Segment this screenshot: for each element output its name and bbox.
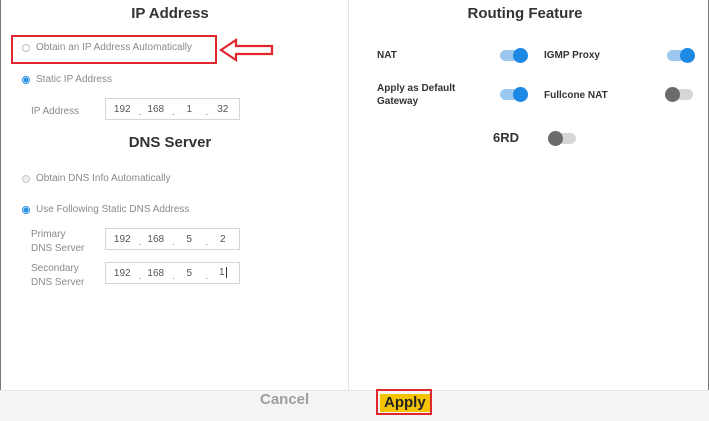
ip-section-title: IP Address — [131, 5, 209, 22]
ip-address-label: IP Address — [31, 106, 80, 117]
static-ip-label: Static IP Address — [36, 74, 112, 85]
ip-octet-2[interactable]: 168 — [140, 104, 173, 115]
radio-dns-auto[interactable] — [22, 174, 30, 183]
column-divider — [348, 0, 349, 390]
ip-dot: . — [172, 270, 175, 282]
apply-annotation-box — [376, 389, 432, 415]
text-caret — [225, 267, 227, 279]
dns-auto-option[interactable]: Obtain DNS Info Automatically — [22, 173, 171, 184]
toggle-knob — [548, 131, 563, 146]
annotation-highlight-box — [11, 35, 217, 64]
primary-dns-octet-1[interactable]: 192 — [106, 234, 139, 245]
ip-octet-3[interactable]: 1 — [173, 104, 206, 115]
secondary-dns-octet-1[interactable]: 192 — [106, 268, 139, 279]
primary-dns-input[interactable]: 192. 168. 5. 2 — [105, 228, 240, 250]
igmp-proxy-label: IGMP Proxy — [544, 50, 600, 61]
toggle-knob — [513, 87, 528, 102]
dns-auto-label: Obtain DNS Info Automatically — [36, 173, 171, 184]
annotation-arrow-icon — [219, 38, 274, 62]
sixrd-label: 6RD — [493, 130, 520, 145]
default-gateway-toggle[interactable] — [500, 87, 528, 102]
toggle-knob — [513, 48, 528, 63]
ip-dot: . — [138, 270, 142, 282]
secondary-dns-octet-2[interactable]: 168 — [140, 268, 173, 279]
toggle-knob — [680, 48, 695, 63]
dns-static-option[interactable]: Use Following Static DNS Address — [22, 204, 189, 215]
ip-octet-4[interactable]: 32 — [207, 104, 240, 115]
secondary-dns-input[interactable]: 192. 168. 5. 1 — [105, 262, 240, 284]
ip-dot: . — [205, 270, 209, 282]
routing-feature-title: Routing Feature — [467, 5, 583, 22]
ip-dot: . — [205, 106, 209, 118]
fullcone-nat-label: Fullcone NAT — [544, 90, 608, 101]
sixrd-toggle[interactable] — [548, 131, 576, 146]
igmp-proxy-toggle[interactable] — [667, 48, 695, 63]
radio-dns-static[interactable] — [22, 205, 30, 214]
ip-dot: . — [172, 106, 175, 118]
toggle-knob — [665, 87, 680, 102]
ip-dot: . — [172, 236, 175, 248]
cancel-button[interactable]: Cancel — [260, 391, 309, 408]
footer-bar — [0, 390, 709, 421]
ip-dot: . — [138, 106, 142, 118]
default-gateway-label: Apply as Default Gateway — [377, 83, 456, 107]
radio-static-ip[interactable] — [22, 75, 30, 84]
secondary-dns-octet-3[interactable]: 5 — [173, 268, 206, 279]
secondary-dns-label: Secondary DNS Server — [31, 263, 85, 288]
ip-octet-1[interactable]: 192 — [106, 104, 139, 115]
secondary-dns-octet-4[interactable]: 1 — [207, 267, 240, 279]
nat-toggle[interactable] — [500, 48, 528, 63]
static-ip-option[interactable]: Static IP Address — [22, 74, 112, 85]
nat-label: NAT — [377, 50, 397, 61]
fullcone-nat-toggle[interactable] — [665, 87, 693, 102]
dns-section-title: DNS Server — [128, 134, 212, 151]
primary-dns-label: Primary DNS Server — [31, 229, 85, 254]
primary-dns-octet-3[interactable]: 5 — [173, 234, 206, 245]
primary-dns-octet-4[interactable]: 2 — [207, 234, 240, 245]
ip-address-input[interactable]: 192. 168. 1. 32 — [105, 98, 240, 120]
ip-dot: . — [138, 236, 142, 248]
primary-dns-octet-2[interactable]: 168 — [140, 234, 173, 245]
dns-static-label: Use Following Static DNS Address — [36, 204, 190, 215]
ip-dot: . — [205, 236, 209, 248]
